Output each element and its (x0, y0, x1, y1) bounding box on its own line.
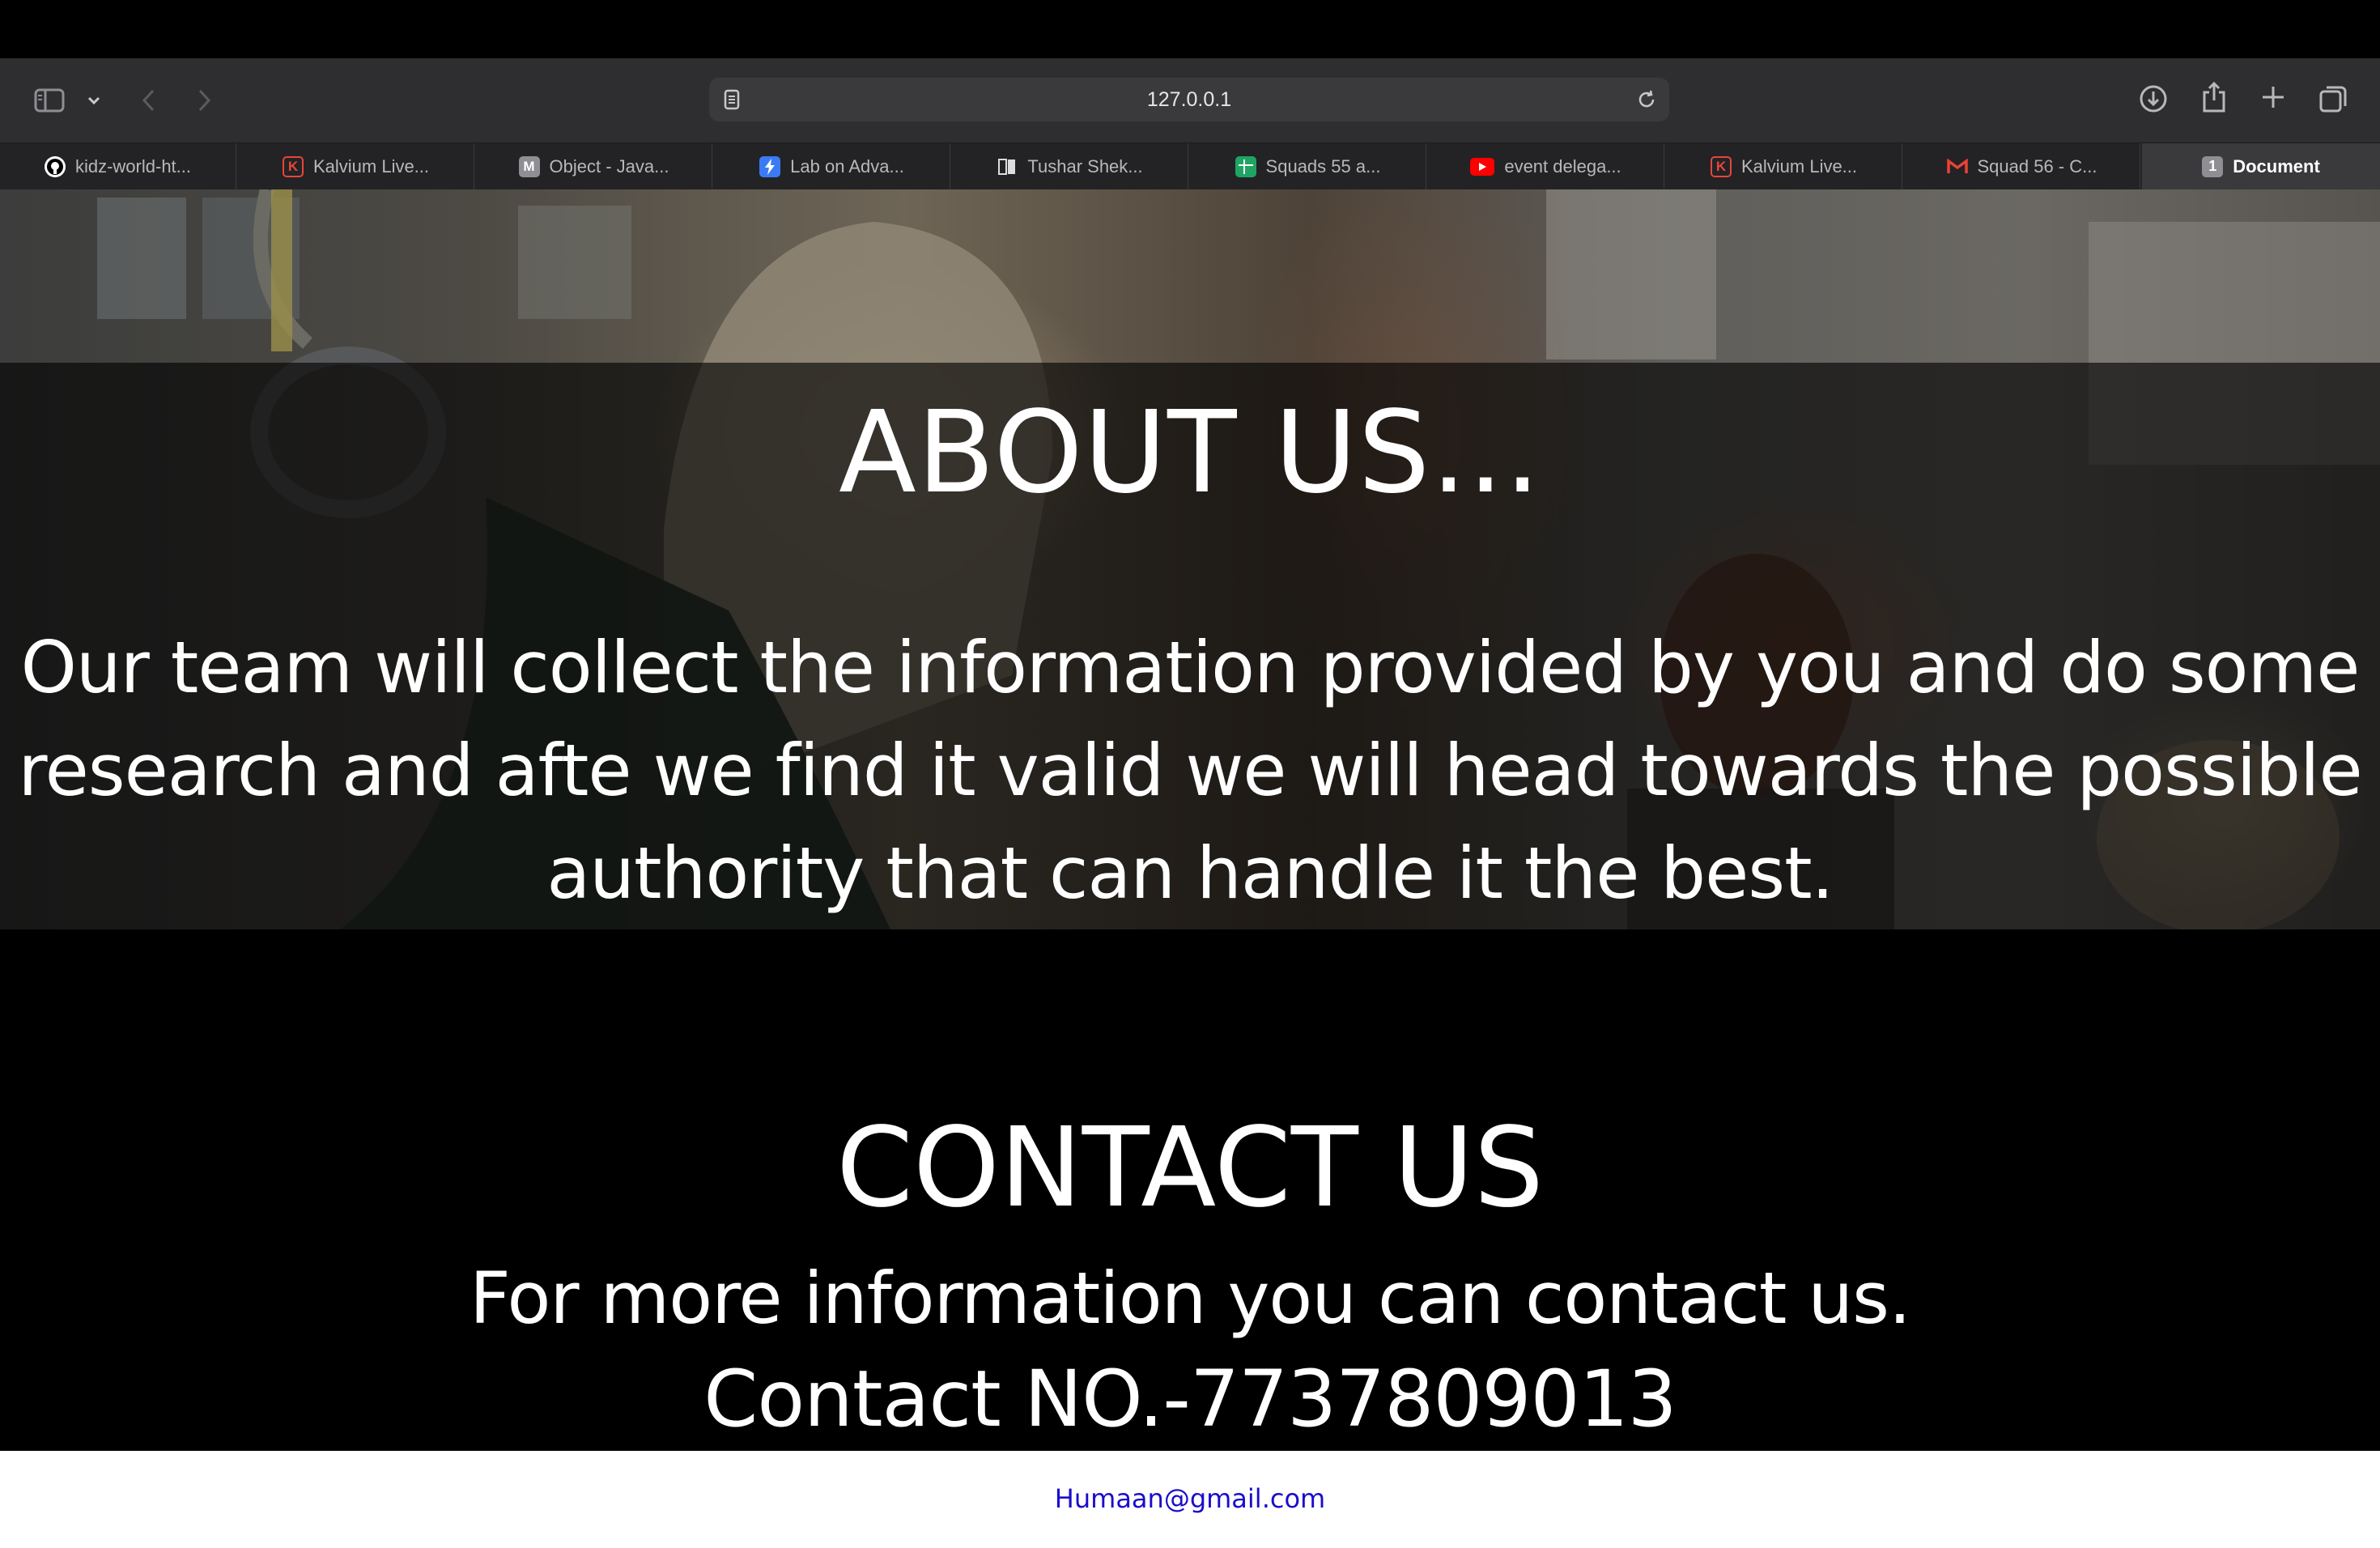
youtube-icon (1470, 157, 1495, 176)
kalvium-icon: K (1710, 155, 1732, 177)
contact-section: CONTACT US For more information you can … (0, 929, 2380, 1451)
about-section: ABOUT US... Our team will collect the in… (0, 189, 2380, 929)
forward-arrow-icon[interactable] (193, 86, 217, 115)
tab-object-java[interactable]: M Object - Java... (476, 143, 712, 189)
tab-overview-icon[interactable] (2317, 83, 2349, 115)
gmail-icon (1946, 156, 1968, 177)
tab-document[interactable]: 1 Document (2142, 143, 2380, 189)
url-text[interactable]: 127.0.0.1 (709, 78, 1669, 121)
contact-heading: CONTACT US (835, 1104, 1545, 1232)
book-icon (997, 156, 1018, 177)
github-icon (44, 155, 66, 177)
sheets-icon (1235, 155, 1256, 177)
tab-squads-55[interactable]: Squads 55 a... (1190, 143, 1426, 189)
screen-top-bar (0, 0, 2380, 58)
tab-label: Squad 56 - C... (1977, 155, 2097, 176)
address-bar[interactable]: 127.0.0.1 (709, 78, 1669, 121)
tab-label: Tushar Shek... (1027, 155, 1143, 176)
contact-number: Contact NO.-7737809013 (703, 1354, 1677, 1444)
browser-toolbar: 127.0.0.1 (0, 58, 2380, 143)
tab-squad-56[interactable]: Squad 56 - C... (1904, 143, 2140, 189)
footer: Humaan@gmail.com (0, 1451, 2380, 1548)
tab-label: Lab on Adva... (790, 155, 904, 176)
tab-label: kidz-world-ht... (74, 155, 192, 176)
tab-lab-on-adva[interactable]: Lab on Adva... (714, 143, 950, 189)
download-icon[interactable] (2137, 83, 2170, 115)
reload-icon[interactable] (1635, 88, 1658, 111)
email-link[interactable]: Humaan@gmail.com (0, 1483, 2380, 1514)
tab-kalvium-live-1[interactable]: K Kalvium Live... (238, 143, 474, 189)
tab-tushar-shek[interactable]: Tushar Shek... (952, 143, 1188, 189)
tab-strip: kidz-world-ht... K Kalvium Live... M Obj… (0, 143, 2380, 190)
m-letter-icon: M (518, 155, 540, 177)
tab-label: Kalvium Live... (312, 155, 430, 176)
share-icon[interactable] (2198, 79, 2230, 115)
tab-label: Kalvium Live... (1740, 155, 1858, 176)
bolt-icon (759, 155, 781, 177)
about-heading: ABOUT US... (839, 387, 1541, 519)
tab-label: Document (2233, 155, 2320, 176)
tab-label: Object - Java... (549, 155, 669, 176)
contact-paragraph: For more information you can contact us. (470, 1257, 1911, 1340)
chevron-down-icon[interactable] (84, 91, 104, 110)
back-arrow-icon[interactable] (136, 86, 160, 115)
sidebar-toggle-icon[interactable] (32, 84, 66, 117)
tab-label: event delega... (1504, 155, 1621, 176)
tab-label: Squads 55 a... (1265, 155, 1381, 176)
kalvium-icon: K (282, 155, 304, 177)
about-paragraph: Our team will collect the information pr… (18, 626, 2362, 915)
new-tab-plus-icon[interactable] (2259, 83, 2288, 112)
tab-event-delega[interactable]: event delega... (1428, 143, 1664, 189)
tab-kalvium-live-2[interactable]: K Kalvium Live... (1666, 143, 1902, 189)
tab-kidz-world[interactable]: kidz-world-ht... (0, 143, 236, 189)
number-one-icon: 1 (2202, 155, 2224, 177)
